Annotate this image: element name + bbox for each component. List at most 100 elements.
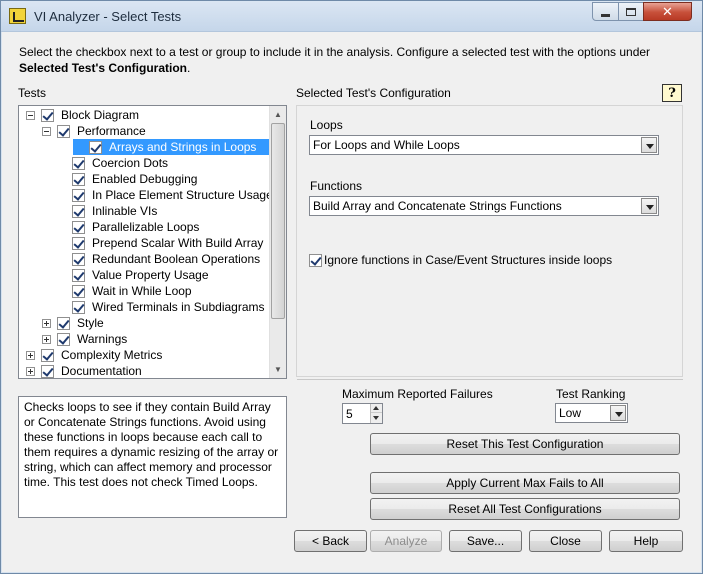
- scroll-thumb[interactable]: [271, 123, 285, 319]
- max-failures-value: 5: [346, 406, 353, 421]
- tree-item[interactable]: Complexity Metrics: [19, 347, 271, 363]
- tree-item-checkbox[interactable]: [41, 364, 54, 378]
- tree-item-label: Complexity Metrics: [61, 348, 163, 362]
- tree-item[interactable]: Enabled Debugging: [19, 171, 271, 187]
- tree-item[interactable]: Wired Terminals in Subdiagrams: [19, 299, 271, 315]
- tree-item-checkbox[interactable]: [72, 236, 85, 250]
- tree-item-label: Coercion Dots: [92, 156, 169, 170]
- config-label: Selected Test's Configuration: [296, 86, 451, 100]
- tree-item[interactable]: Documentation: [19, 363, 271, 378]
- tree-item-label: Redundant Boolean Operations: [92, 252, 261, 266]
- tree-item-label: Style: [77, 316, 104, 330]
- test-ranking-dropdown[interactable]: Low: [555, 403, 628, 423]
- tree-item[interactable]: Value Property Usage: [19, 267, 271, 283]
- tree-item-checkbox[interactable]: [41, 348, 54, 362]
- max-failures-label: Maximum Reported Failures: [342, 387, 493, 401]
- scroll-up-icon[interactable]: ▲: [270, 106, 286, 123]
- tree-item-label: Value Property Usage: [92, 268, 209, 282]
- functions-dropdown[interactable]: Build Array and Concatenate Strings Func…: [309, 196, 659, 216]
- tree-item-label: Enabled Debugging: [92, 172, 198, 186]
- tree-item[interactable]: Performance: [19, 123, 271, 139]
- decrement-icon[interactable]: [371, 414, 382, 423]
- tree-item-label: Parallelizable Loops: [92, 220, 200, 234]
- tree-item[interactable]: Redundant Boolean Operations: [19, 251, 271, 267]
- tree-item-label: Prepend Scalar With Build Array: [92, 236, 264, 250]
- close-button[interactable]: Close: [529, 530, 602, 552]
- tree-item[interactable]: Block Diagram: [19, 107, 271, 123]
- instructions-end: .: [187, 61, 191, 75]
- functions-label: Functions: [310, 179, 363, 193]
- increment-icon[interactable]: [371, 404, 382, 413]
- analyze-button[interactable]: Analyze: [370, 530, 442, 552]
- ignore-structures-checkbox[interactable]: [309, 253, 322, 267]
- max-failures-input[interactable]: 5: [342, 403, 383, 424]
- tree-item-label: Documentation: [61, 364, 142, 378]
- tree-item-checkbox[interactable]: [72, 156, 85, 170]
- minimize-button[interactable]: [592, 2, 619, 21]
- expand-plus-icon[interactable]: [42, 318, 51, 328]
- collapse-minus-icon[interactable]: [42, 126, 51, 136]
- close-icon: ✕: [662, 3, 673, 19]
- chevron-down-icon[interactable]: [641, 198, 657, 214]
- tree-item-checkbox[interactable]: [72, 220, 85, 234]
- tree-item-checkbox[interactable]: [72, 284, 85, 298]
- tree-scrollbar[interactable]: ▲ ▼: [269, 106, 286, 378]
- back-button[interactable]: < Back: [294, 530, 367, 552]
- tree-item-checkbox[interactable]: [89, 140, 102, 154]
- maximize-icon: [626, 7, 636, 16]
- tree-item-label: Wait in While Loop: [92, 284, 192, 298]
- chevron-down-icon[interactable]: [610, 405, 626, 421]
- reset-test-config-button[interactable]: Reset This Test Configuration: [370, 433, 680, 455]
- collapse-minus-icon[interactable]: [26, 110, 35, 120]
- maximize-button[interactable]: [618, 2, 644, 21]
- close-window-button[interactable]: ✕: [643, 2, 692, 21]
- expand-plus-icon[interactable]: [42, 334, 51, 344]
- tree-item[interactable]: Coercion Dots: [19, 155, 271, 171]
- tree-item-checkbox[interactable]: [72, 188, 85, 202]
- expand-plus-icon[interactable]: [26, 350, 35, 360]
- tree-item-checkbox[interactable]: [57, 332, 70, 346]
- ignore-structures-label: Ignore functions in Case/Event Structure…: [324, 253, 613, 267]
- instructions-bold: Selected Test's Configuration: [19, 61, 187, 75]
- help-question-icon[interactable]: ?: [662, 84, 682, 102]
- tree-item-label: Warnings: [77, 332, 128, 346]
- apply-max-fails-button[interactable]: Apply Current Max Fails to All: [370, 472, 680, 494]
- help-button[interactable]: Help: [609, 530, 683, 552]
- tree-item-checkbox[interactable]: [57, 124, 70, 138]
- tree-item[interactable]: Inlinable VIs: [19, 203, 271, 219]
- save-button[interactable]: Save...: [449, 530, 522, 552]
- panel-divider: [297, 379, 683, 380]
- reset-all-configs-button[interactable]: Reset All Test Configurations: [370, 498, 680, 520]
- minimize-icon: [601, 14, 610, 17]
- tree-item-checkbox[interactable]: [72, 204, 85, 218]
- tree-item-label: In Place Element Structure Usage: [92, 188, 273, 202]
- dialog-window: VI Analyzer - Select Tests ✕ Select the …: [0, 0, 703, 574]
- tree-item-checkbox[interactable]: [72, 172, 85, 186]
- tree-item[interactable]: Arrays and Strings in Loops: [73, 139, 269, 155]
- chevron-down-icon[interactable]: [641, 137, 657, 153]
- tree-item-checkbox[interactable]: [41, 108, 54, 122]
- tree-item-label: Inlinable VIs: [92, 204, 158, 218]
- loops-label: Loops: [310, 118, 343, 132]
- tree-item-checkbox[interactable]: [57, 316, 70, 330]
- tests-tree[interactable]: Block Diagram Performance Arrays and Strin…: [18, 105, 287, 379]
- tree-item-checkbox[interactable]: [72, 252, 85, 266]
- tree-item-checkbox[interactable]: [72, 300, 85, 314]
- instructions-line1: Select the checkbox next to a test or gr…: [19, 45, 651, 59]
- tests-label: Tests: [18, 86, 47, 100]
- title-bar[interactable]: VI Analyzer - Select Tests ✕: [1, 1, 702, 32]
- loops-dropdown[interactable]: For Loops and While Loops: [309, 135, 659, 155]
- tree-item[interactable]: Wait in While Loop: [19, 283, 271, 299]
- functions-value: Build Array and Concatenate Strings Func…: [313, 199, 562, 213]
- tree-item[interactable]: Prepend Scalar With Build Array: [19, 235, 271, 251]
- ignore-structures-option[interactable]: Ignore functions in Case/Event Structure…: [309, 253, 612, 267]
- max-failures-spinner[interactable]: [370, 404, 382, 423]
- scroll-down-icon[interactable]: ▼: [270, 361, 286, 378]
- tree-item[interactable]: Warnings: [19, 331, 271, 347]
- tree-item[interactable]: In Place Element Structure Usage: [19, 187, 273, 203]
- tree-item[interactable]: Parallelizable Loops: [19, 219, 271, 235]
- tree-item-label: Arrays and Strings in Loops: [107, 139, 259, 155]
- tree-item[interactable]: Style: [19, 315, 271, 331]
- tree-item-checkbox[interactable]: [72, 268, 85, 282]
- expand-plus-icon[interactable]: [26, 366, 35, 376]
